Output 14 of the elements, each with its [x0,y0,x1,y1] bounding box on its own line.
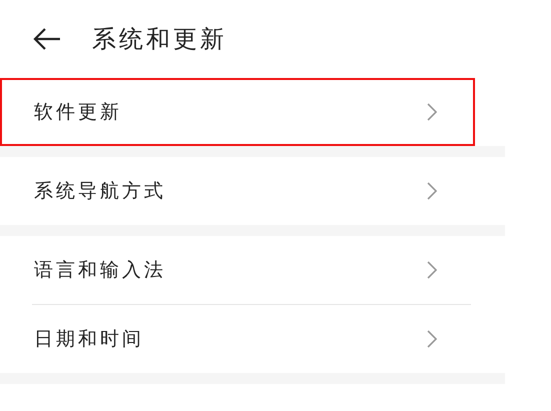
chevron-right-icon [427,330,437,348]
page-title: 系统和更新 [92,24,227,55]
settings-label: 日期和时间 [34,327,144,352]
settings-item[interactable]: 语言和输入法 [0,236,475,304]
chevron-right-icon [427,182,437,200]
settings-label: 语言和输入法 [34,258,166,283]
settings-item[interactable]: 系统导航方式 [0,157,475,225]
chevron-right-icon [427,261,437,279]
settings-label: 系统导航方式 [34,179,166,204]
settings-item[interactable]: 软件更新 [0,78,475,146]
chevron-right-icon [427,103,437,121]
settings-item[interactable]: 日期和时间 [0,305,475,373]
back-icon[interactable] [32,27,62,51]
settings-label: 软件更新 [34,100,122,125]
